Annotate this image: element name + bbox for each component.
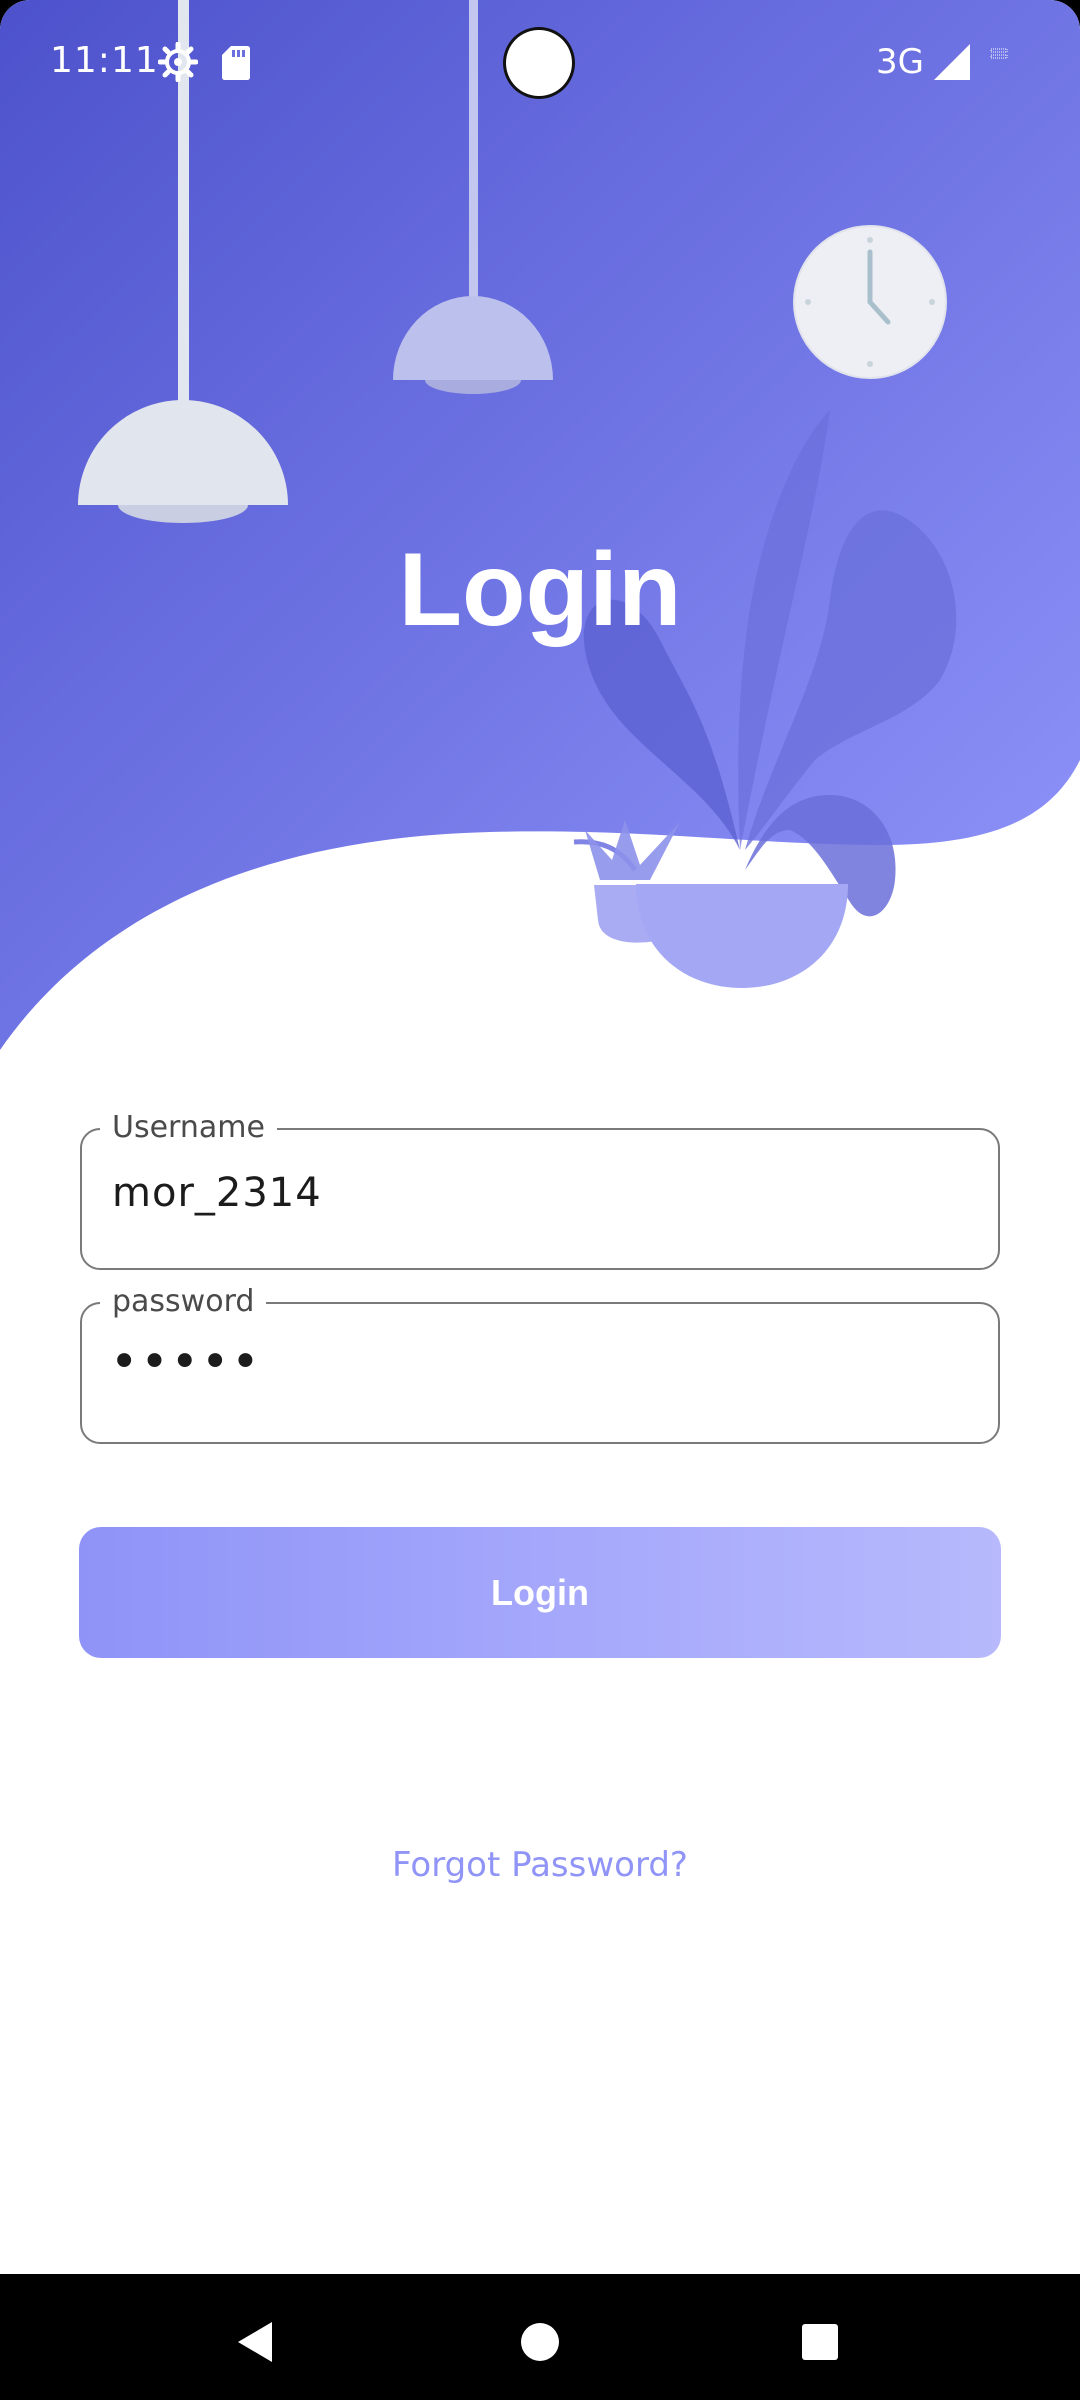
gear-icon: [158, 42, 198, 82]
home-icon[interactable]: [510, 2312, 570, 2372]
password-field[interactable]: password •••••: [80, 1282, 1000, 1444]
signal-icon: [934, 44, 970, 80]
back-icon[interactable]: [226, 2312, 286, 2372]
password-label: password: [100, 1282, 267, 1322]
status-bar: 11:11 3G: [0, 0, 1080, 130]
login-screen: 11:11 3G Login Username mor_2314 passwor…: [0, 0, 1080, 2274]
login-button[interactable]: Login: [79, 1527, 1001, 1658]
username-field[interactable]: Username mor_2314: [80, 1108, 1000, 1270]
password-input[interactable]: •••••: [110, 1334, 262, 1390]
page-title: Login: [398, 532, 682, 648]
clock-icon: [793, 225, 947, 379]
battery-icon: [990, 48, 1008, 59]
camera-cutout: [506, 30, 572, 96]
navigation-bar: [0, 2274, 1080, 2400]
recents-icon[interactable]: [790, 2312, 850, 2372]
username-input[interactable]: mor_2314: [112, 1170, 322, 1216]
username-label: Username: [100, 1108, 277, 1148]
network-type: 3G: [876, 42, 924, 82]
status-time: 11:11: [50, 40, 159, 81]
sd-card-icon: [222, 46, 250, 80]
forgot-password-link[interactable]: Forgot Password?: [0, 1845, 1080, 1885]
